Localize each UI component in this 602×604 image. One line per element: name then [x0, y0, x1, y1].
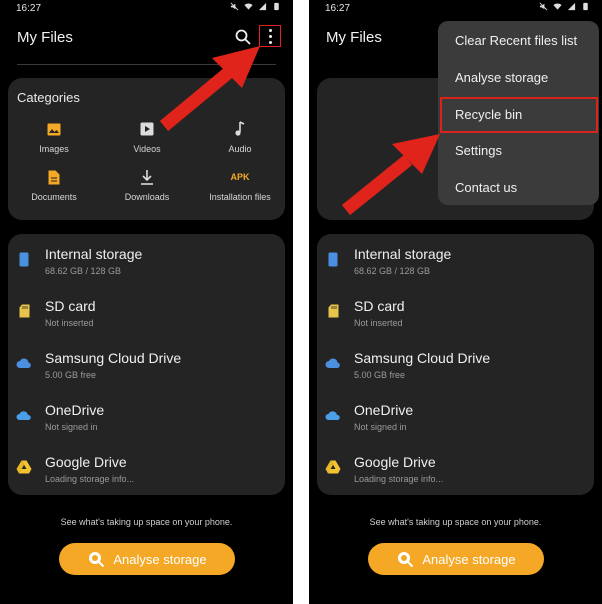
storage-detail: Not signed in	[45, 422, 98, 432]
storage-item-onedrive[interactable]: OneDrive Not signed in	[317, 390, 594, 442]
storage-name: Google Drive	[354, 454, 436, 470]
onedrive-icon	[325, 410, 340, 420]
annotation-arrow-icon	[341, 134, 440, 216]
storage-name: OneDrive	[45, 402, 105, 418]
wifi-icon	[553, 3, 562, 10]
app-title: My Files	[326, 29, 382, 46]
category-label: Images	[39, 144, 69, 154]
storage-name: OneDrive	[354, 402, 414, 418]
cloud-icon	[16, 358, 31, 368]
category-label: Audio	[228, 144, 252, 154]
google-drive-icon	[16, 460, 32, 474]
category-downloads[interactable]: Downloads	[102, 168, 192, 202]
storage-detail: 68.62 GB / 128 GB	[354, 266, 431, 276]
storage-name: Samsung Cloud Drive	[45, 350, 182, 366]
overflow-menu: Clear Recent files list Analyse storage …	[438, 21, 599, 205]
download-icon	[141, 170, 153, 185]
analyse-storage-label: Analyse storage	[113, 551, 207, 567]
category-documents[interactable]: Documents	[9, 168, 99, 202]
category-label: Videos	[133, 144, 161, 154]
analyse-storage-label: Analyse storage	[422, 551, 516, 567]
mute-icon	[539, 2, 548, 11]
storage-detail: Not inserted	[354, 318, 403, 328]
battery-icon	[274, 2, 279, 11]
menu-item-recycle-bin[interactable]: Recycle bin	[455, 107, 522, 122]
phone-icon	[19, 252, 29, 266]
categories-title: Categories	[17, 90, 80, 105]
analyse-storage-button[interactable]: Analyse storage	[59, 543, 235, 575]
mute-icon	[230, 2, 239, 11]
storage-name: Internal storage	[45, 246, 143, 262]
category-installation-files[interactable]: APK Installation files	[195, 168, 285, 202]
annotation-arrow-icon	[159, 46, 260, 132]
google-drive-icon	[325, 460, 341, 474]
storage-hint: See what's taking up space on your phone…	[369, 517, 542, 527]
apk-icon: APK	[230, 172, 250, 182]
status-time: 16:27	[325, 3, 351, 14]
storage-detail: 68.62 GB / 128 GB	[45, 266, 122, 276]
battery-icon	[583, 2, 588, 11]
menu-item-clear-recent[interactable]: Clear Recent files list	[455, 33, 577, 48]
storage-detail: Loading storage info...	[45, 474, 135, 484]
document-icon	[48, 170, 60, 184]
storage-detail: 5.00 GB free	[45, 370, 97, 380]
storage-card: Internal storage 68.62 GB / 128 GB SD ca…	[317, 234, 594, 495]
status-bar: 16:27	[309, 0, 602, 18]
storage-item-samsung-cloud[interactable]: Samsung Cloud Drive 5.00 GB free	[8, 338, 285, 390]
signal-icon	[567, 2, 576, 11]
storage-name: Samsung Cloud Drive	[354, 350, 491, 366]
storage-name: SD card	[45, 298, 96, 314]
analyse-storage-button[interactable]: Analyse storage	[368, 543, 544, 575]
storage-item-sd-card[interactable]: SD card Not inserted	[8, 286, 285, 338]
category-label: Downloads	[124, 192, 170, 202]
cloud-icon	[325, 358, 340, 368]
analyse-icon	[398, 552, 414, 568]
sd-card-icon	[19, 304, 29, 318]
sd-card-icon	[328, 304, 338, 318]
storage-name: SD card	[354, 298, 405, 314]
image-icon	[47, 123, 61, 135]
category-label: Installation files	[209, 192, 271, 202]
storage-detail: Loading storage info...	[354, 474, 444, 484]
menu-item-settings[interactable]: Settings	[455, 143, 502, 158]
menu-item-analyse-storage[interactable]: Analyse storage	[455, 70, 548, 85]
storage-item-sd-card[interactable]: SD card Not inserted	[317, 286, 594, 338]
storage-item-onedrive[interactable]: OneDrive Not signed in	[8, 390, 285, 442]
category-label: Documents	[31, 192, 77, 202]
storage-item-google-drive[interactable]: Google Drive Loading storage info...	[317, 442, 594, 494]
menu-item-contact-us[interactable]: Contact us	[455, 180, 517, 195]
analyse-icon	[89, 552, 105, 568]
storage-name: Internal storage	[354, 246, 452, 262]
storage-card: Internal storage 68.62 GB / 128 GB SD ca…	[8, 234, 285, 495]
storage-detail: Not inserted	[45, 318, 94, 328]
app-title: My Files	[17, 29, 73, 46]
phone-screen-right: 16:27 My Files Internal storage 68.62 GB…	[309, 0, 602, 604]
storage-detail: Not signed in	[354, 422, 407, 432]
wifi-icon	[244, 3, 253, 10]
status-bar: 16:27	[0, 0, 293, 18]
phone-icon	[328, 252, 338, 266]
more-dot-icon	[269, 29, 272, 32]
storage-item-google-drive[interactable]: Google Drive Loading storage info...	[8, 442, 285, 494]
storage-hint: See what's taking up space on your phone…	[60, 517, 233, 527]
storage-item-internal[interactable]: Internal storage 68.62 GB / 128 GB	[8, 234, 285, 286]
phone-screen-left: 16:27 My Files Categories Images Videos …	[0, 0, 293, 604]
category-images[interactable]: Images	[9, 120, 99, 154]
onedrive-icon	[16, 410, 31, 420]
status-time: 16:27	[16, 3, 42, 14]
storage-item-samsung-cloud[interactable]: Samsung Cloud Drive 5.00 GB free	[317, 338, 594, 390]
storage-name: Google Drive	[45, 454, 127, 470]
signal-icon	[258, 2, 267, 11]
storage-item-internal[interactable]: Internal storage 68.62 GB / 128 GB	[317, 234, 594, 286]
storage-detail: 5.00 GB free	[354, 370, 406, 380]
